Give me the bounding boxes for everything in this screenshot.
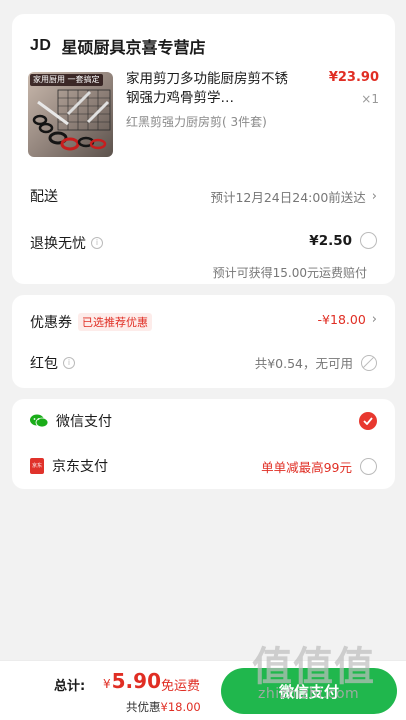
product-thumbnail[interactable]: 家用厨用 一套搞定 <box>28 72 113 157</box>
jd-pay-promo: 单单减最高99元 <box>261 460 352 475</box>
return-service-option[interactable]: ¥2.50 <box>309 232 377 249</box>
total-label: 总计: <box>54 679 86 694</box>
free-shipping-label: 免运费 <box>161 679 201 694</box>
return-service-label-group: 退换无忧 i <box>30 233 103 253</box>
total-amount: ¥5.90 <box>103 669 161 693</box>
info-icon[interactable]: i <box>91 237 103 249</box>
coupon-value: -¥18.00 <box>317 312 366 327</box>
jd-pay-label: 京东支付 <box>52 459 108 475</box>
red-packet-row[interactable]: 共¥0.54，无可用 <box>255 353 377 372</box>
jd-pay-option[interactable]: 京东 京东支付 <box>30 456 108 476</box>
watermark: 值值值 <box>252 644 375 690</box>
wechat-icon <box>30 414 48 428</box>
saving-summary: 共优惠¥18.00 <box>126 700 201 714</box>
wechat-pay-label: 微信支付 <box>56 414 112 430</box>
jd-pay-icon: 京东 <box>30 458 44 474</box>
radio-checked-icon[interactable] <box>359 412 377 430</box>
watermark-url: zhizhizhi.com <box>258 686 360 702</box>
red-packet-label-group: 红包 i <box>30 353 75 373</box>
return-service-note: 预计可获得15.00元运费赔付 <box>212 266 367 280</box>
red-packet-label: 红包 <box>30 356 58 372</box>
product-spec: 红黑剪强力厨房剪( 3件套) <box>126 115 267 129</box>
radio-unchecked-icon[interactable] <box>360 232 377 249</box>
delivery-row[interactable]: 预计12月24日24:00前送达 › <box>210 187 377 206</box>
wechat-pay-option[interactable]: 微信支付 <box>30 411 112 431</box>
coupon-label-group: 优惠券 已选推荐优惠 <box>30 312 152 332</box>
chevron-right-icon: › <box>371 312 377 327</box>
payment-card: 微信支付 京东 京东支付 单单减最高99元 <box>12 399 395 489</box>
coupon-label: 优惠券 <box>30 315 72 331</box>
chevron-right-icon: › <box>371 189 377 204</box>
unavailable-icon <box>361 354 377 371</box>
wechat-pay-select[interactable] <box>359 412 377 430</box>
store-name[interactable]: 星硕厨具京喜专营店 <box>61 34 205 58</box>
delivery-estimate: 预计12月24日24:00前送达 <box>210 190 366 205</box>
product-price: ¥23.90 <box>328 70 379 85</box>
thumbnail-tag: 家用厨用 一套搞定 <box>30 74 103 86</box>
radio-unchecked-icon[interactable] <box>360 458 377 475</box>
coupon-row[interactable]: -¥18.00 › <box>318 312 377 327</box>
red-packet-value: 共¥0.54，无可用 <box>254 356 353 371</box>
discount-card: 优惠券 已选推荐优惠 -¥18.00 › 红包 i 共¥0.54，无可用 <box>12 295 395 388</box>
product-title[interactable]: 家用剪刀多功能厨房剪不锈钢强力鸡骨剪学… <box>126 70 298 108</box>
delivery-label: 配送 <box>30 189 58 205</box>
jd-logo: JD <box>30 37 52 54</box>
store-header[interactable]: JD 星硕厨具京喜专营店 <box>30 34 205 58</box>
jd-pay-select[interactable]: 单单减最高99元 <box>261 457 377 476</box>
order-card: JD 星硕厨具京喜专营店 家用厨用 一套搞定 家用剪刀多功能厨房剪不锈钢强力鸡骨… <box>12 14 395 284</box>
return-service-price: ¥2.50 <box>309 232 352 249</box>
product-quantity: ×1 <box>361 92 379 106</box>
coupon-badge: 已选推荐优惠 <box>78 313 152 331</box>
return-service-label: 退换无忧 <box>30 236 86 252</box>
info-icon[interactable]: i <box>63 357 75 369</box>
